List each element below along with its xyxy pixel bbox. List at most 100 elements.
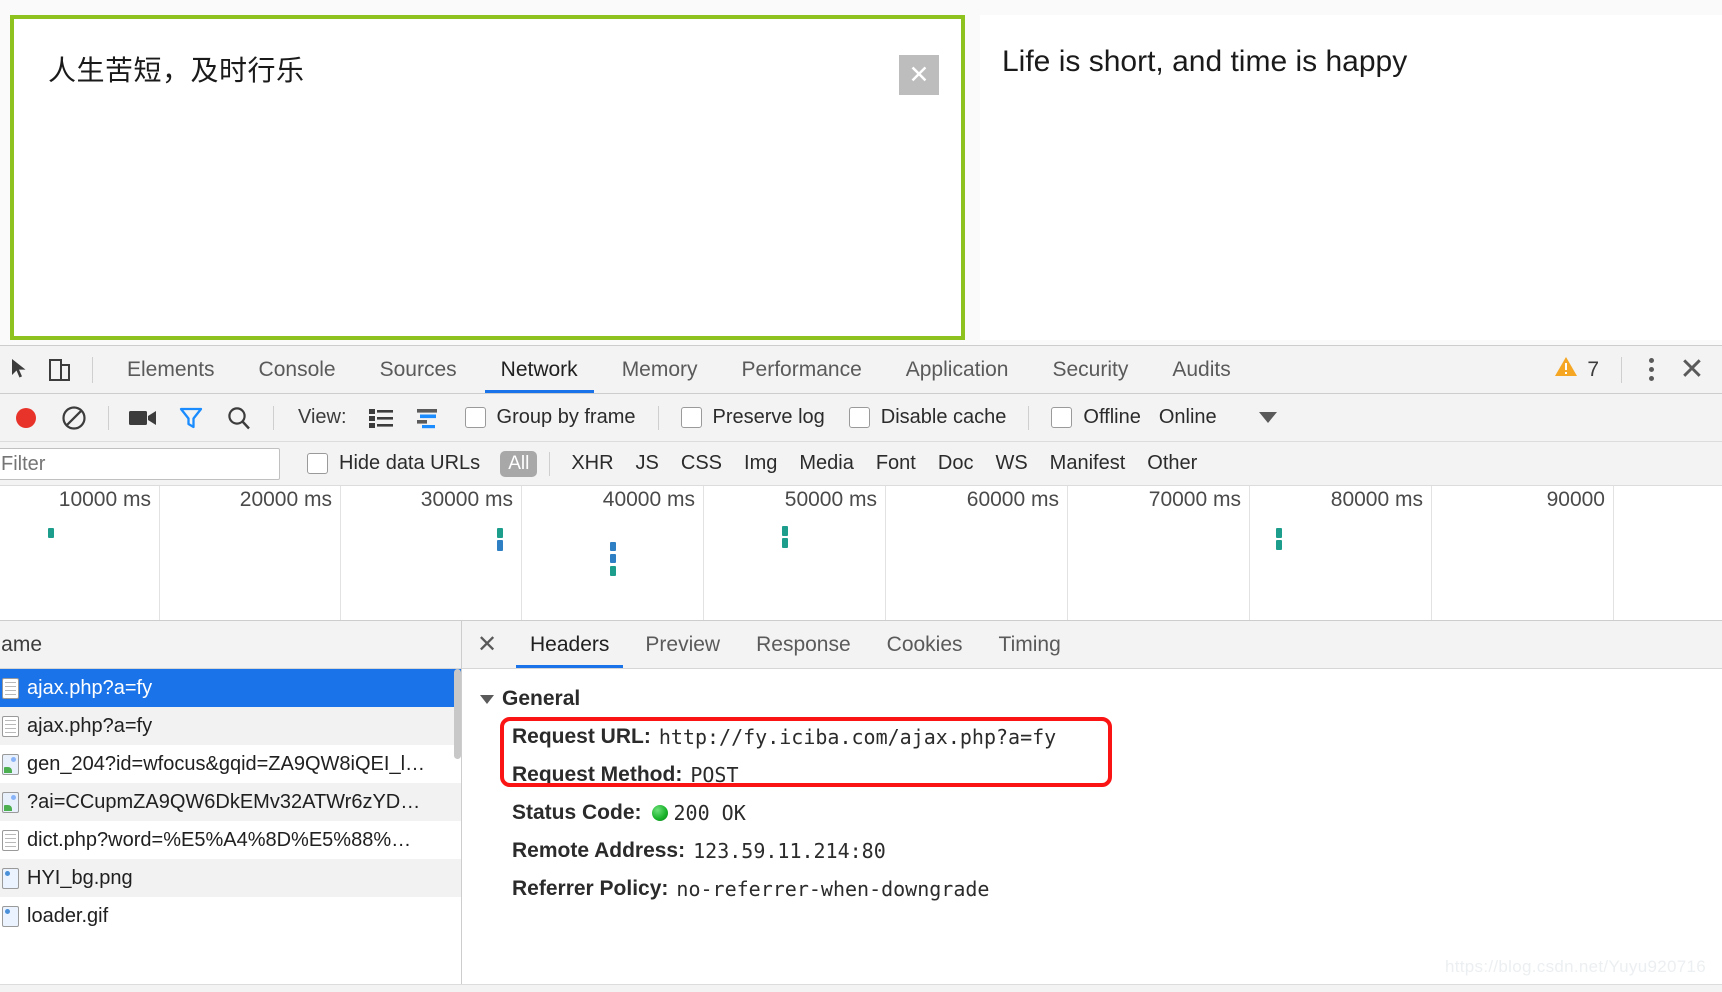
preserve-log-label: Preserve log xyxy=(712,406,825,428)
details-tab-timing[interactable]: Timing xyxy=(981,621,1079,668)
tab-console[interactable]: Console xyxy=(237,346,358,393)
toolbar-divider xyxy=(92,356,93,383)
request-row[interactable]: gen_204?id=wfocus&gqid=ZA9QW8iQEI_l… xyxy=(0,745,461,783)
general-section-header[interactable]: General xyxy=(480,687,1722,711)
request-method-value: POST xyxy=(690,763,739,787)
tab-label: Elements xyxy=(127,357,215,381)
tab-memory[interactable]: Memory xyxy=(600,346,720,393)
timeline-tick: 30000 ms xyxy=(341,486,522,620)
inspect-element-icon[interactable] xyxy=(0,348,40,392)
request-type-icon xyxy=(2,905,19,927)
filter-type-other[interactable]: Other xyxy=(1136,452,1208,475)
translator-page: 人生苦短，及时行乐 ✕ Life is short, and time is h… xyxy=(0,0,1722,345)
checkbox-box[interactable] xyxy=(307,453,328,474)
network-toolbar: View: Group by frame Preserve log Disabl… xyxy=(0,394,1722,442)
tab-security[interactable]: Security xyxy=(1030,346,1150,393)
disable-cache-checkbox[interactable]: Disable cache xyxy=(848,406,1006,429)
request-url-value[interactable]: http://fy.iciba.com/ajax.php?a=fy xyxy=(659,725,1056,749)
search-magnifier-icon[interactable] xyxy=(215,398,263,438)
warning-indicator[interactable]: 7 xyxy=(1544,356,1609,383)
timeline-marker xyxy=(48,528,54,538)
request-row[interactable]: HYI_bg.png xyxy=(0,859,461,897)
hide-data-urls-checkbox[interactable]: Hide data URLs xyxy=(307,452,480,475)
record-button-icon[interactable] xyxy=(2,398,50,438)
request-name: ?ai=CCupmZA9QW6DkEMv32ATWr6zYD… xyxy=(27,790,421,813)
filter-type-font[interactable]: Font xyxy=(865,452,927,475)
tab-audits[interactable]: Audits xyxy=(1150,346,1252,393)
tab-elements[interactable]: Elements xyxy=(105,346,237,393)
group-by-frame-checkbox[interactable]: Group by frame xyxy=(464,406,636,429)
timeline-marker xyxy=(497,540,503,551)
request-row[interactable]: ajax.php?a=fy xyxy=(0,669,461,707)
filter-type-js[interactable]: JS xyxy=(625,452,670,475)
filter-type-all[interactable]: All xyxy=(500,450,538,477)
checkbox-box[interactable] xyxy=(848,407,870,428)
list-view-icon[interactable] xyxy=(357,398,405,438)
tick-label: 50000 ms xyxy=(784,488,877,511)
checkbox-box[interactable] xyxy=(464,407,486,428)
filter-funnel-icon[interactable] xyxy=(167,398,215,438)
filter-type-manifest[interactable]: Manifest xyxy=(1039,452,1137,475)
devtools-tab-list: Elements Console Sources Network Memory … xyxy=(105,346,1253,393)
chevron-down-icon[interactable] xyxy=(1258,412,1277,423)
hide-data-urls-label: Hide data URLs xyxy=(339,452,481,474)
tab-application[interactable]: Application xyxy=(884,346,1031,393)
throttling-value[interactable]: Online xyxy=(1159,406,1217,429)
clear-slash-icon[interactable] xyxy=(50,398,98,438)
column-header-name: Name xyxy=(0,632,43,656)
filter-input[interactable] xyxy=(0,448,280,480)
network-overview-timeline[interactable]: 10000 ms 20000 ms 30000 ms 40000 ms 5000… xyxy=(0,486,1722,621)
tab-label: Console xyxy=(258,357,336,381)
request-type-icon xyxy=(2,753,19,775)
close-icon[interactable]: ✕ xyxy=(1672,350,1712,390)
checkbox-box[interactable] xyxy=(1051,407,1073,428)
tab-label: Performance xyxy=(741,357,862,381)
offline-checkbox[interactable]: Offline xyxy=(1051,406,1141,429)
request-row[interactable]: dict.php?word=%E5%A4%8D%E5%88%… xyxy=(0,821,461,859)
timeline-marker xyxy=(1276,528,1282,538)
camera-icon[interactable] xyxy=(119,398,167,438)
timeline-tick: 90000 xyxy=(1432,486,1614,620)
filter-type-xhr[interactable]: XHR xyxy=(560,452,624,475)
timeline-marker xyxy=(782,526,788,536)
tick-label: 60000 ms xyxy=(966,488,1059,511)
status-ok-dot-icon xyxy=(651,805,668,821)
tick-label: 80000 ms xyxy=(1330,488,1423,511)
filter-type-doc[interactable]: Doc xyxy=(927,452,985,475)
kebab-menu-icon[interactable] xyxy=(1634,353,1668,387)
tab-network[interactable]: Network xyxy=(479,346,600,393)
chevron-down-icon[interactable] xyxy=(480,694,494,704)
warning-count: 7 xyxy=(1587,357,1599,381)
toggle-device-toolbar-icon[interactable] xyxy=(40,348,80,392)
request-row[interactable]: ?ai=CCupmZA9QW6DkEMv32ATWr6zYD… xyxy=(0,783,461,821)
waterfall-view-icon[interactable] xyxy=(405,398,453,438)
source-text-box[interactable]: 人生苦短，及时行乐 ✕ xyxy=(10,15,965,340)
filter-type-css[interactable]: CSS xyxy=(670,452,733,475)
close-panel-icon[interactable]: ✕ xyxy=(462,621,512,668)
request-row[interactable]: loader.gif xyxy=(0,897,461,935)
request-list-header[interactable]: Name xyxy=(0,621,461,669)
checkbox-box[interactable] xyxy=(680,407,702,428)
request-method-row: Request Method: POST xyxy=(512,763,1722,787)
devtools-tabbar-right: 7 ✕ xyxy=(1544,346,1712,393)
clear-source-button[interactable]: ✕ xyxy=(899,55,939,95)
details-tab-headers[interactable]: Headers xyxy=(512,621,627,668)
tab-performance[interactable]: Performance xyxy=(720,346,884,393)
details-tabbar: ✕ Headers Preview Response Cookies Timin… xyxy=(462,621,1722,669)
filter-type-ws[interactable]: WS xyxy=(984,452,1038,475)
details-tab-response[interactable]: Response xyxy=(738,621,869,668)
request-list-scrollbar[interactable] xyxy=(454,669,461,759)
tab-sources[interactable]: Sources xyxy=(358,346,479,393)
request-type-icon xyxy=(2,867,19,889)
details-tab-preview[interactable]: Preview xyxy=(627,621,738,668)
filter-type-media[interactable]: Media xyxy=(788,452,864,475)
request-method-key: Request Method: xyxy=(512,763,683,786)
referrer-policy-row: Referrer Policy: no-referrer-when-downgr… xyxy=(512,877,1722,901)
preserve-log-checkbox[interactable]: Preserve log xyxy=(680,406,825,429)
request-row[interactable]: ajax.php?a=fy xyxy=(0,707,461,745)
details-tab-cookies[interactable]: Cookies xyxy=(869,621,981,668)
devtools-tabbar: Elements Console Sources Network Memory … xyxy=(0,346,1722,394)
filter-type-img[interactable]: Img xyxy=(733,452,788,475)
timeline-marker xyxy=(610,542,616,551)
timeline-tick: 60000 ms xyxy=(886,486,1068,620)
